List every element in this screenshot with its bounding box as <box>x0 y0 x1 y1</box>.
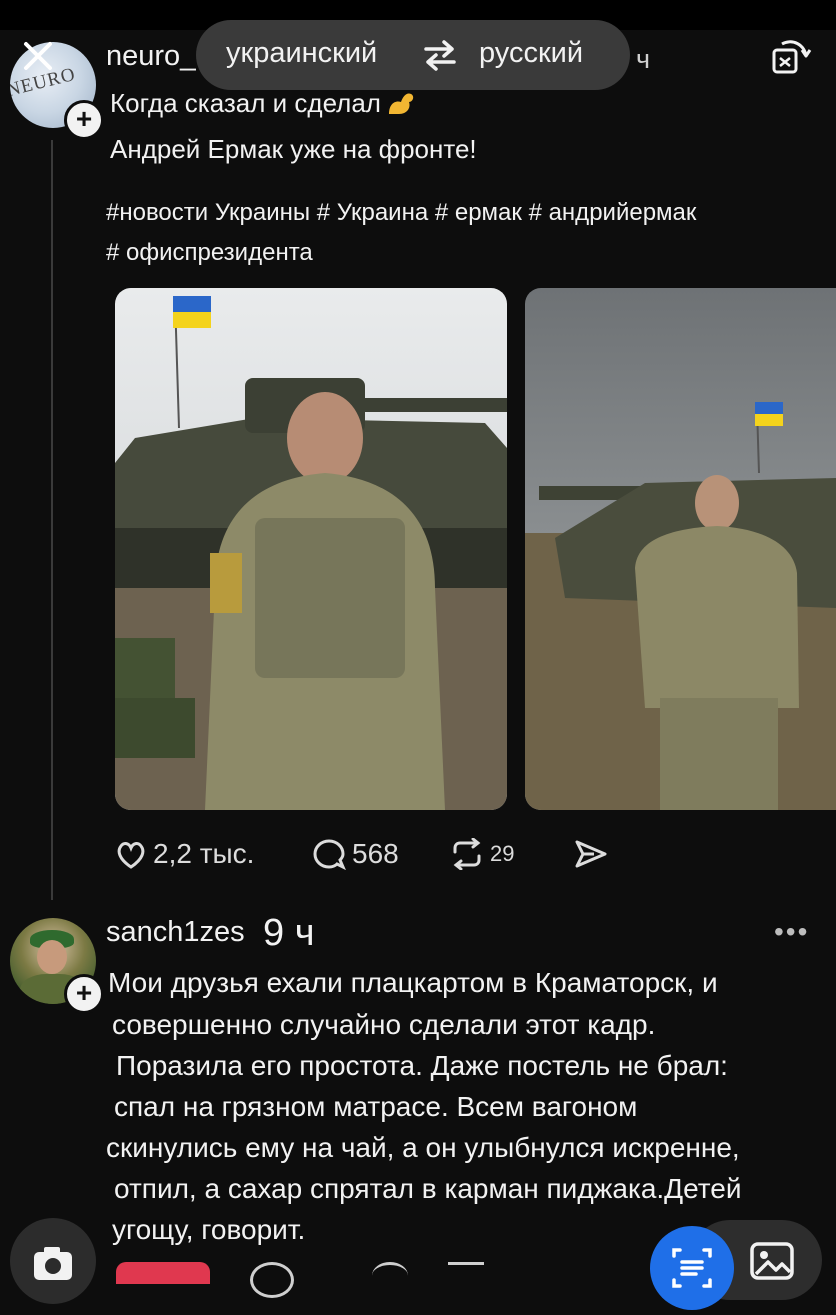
follow-plus-icon[interactable]: + <box>64 974 104 1014</box>
comment-line: Поразила его простота. Даже постель не б… <box>116 1050 728 1081</box>
reply-count: 568 <box>352 838 399 869</box>
hashtags-line-1[interactable]: #новости Украины # Украина # ермак # анд… <box>106 193 816 233</box>
text-scan-icon <box>672 1248 712 1288</box>
reply-icon-peek[interactable] <box>250 1262 294 1298</box>
repost-icon[interactable] <box>768 36 812 80</box>
post-time: ч <box>636 44 651 74</box>
comment-author-name[interactable]: sanch1zes <box>106 916 245 949</box>
share-icon <box>575 840 607 868</box>
swap-icon[interactable] <box>422 38 458 72</box>
comment-line: отпил, а сахар спрятал в карман пиджака.… <box>114 1173 742 1204</box>
text-scan-button[interactable] <box>650 1226 734 1310</box>
post-text-line-1: Когда сказал и сделал <box>110 86 417 120</box>
avatar-face <box>37 940 67 974</box>
comment-line: угощу, говорит. <box>112 1214 306 1245</box>
share-icon-peek[interactable] <box>448 1262 484 1289</box>
camera-button[interactable] <box>10 1218 96 1304</box>
repost-icon <box>453 838 481 870</box>
post-photo-1[interactable] <box>115 288 507 810</box>
reply-icon <box>313 839 346 870</box>
target-language[interactable]: русский <box>479 37 583 70</box>
close-icon[interactable] <box>18 36 58 76</box>
gallery-icon[interactable] <box>748 1240 800 1286</box>
heart-icon <box>117 842 145 869</box>
reply-button[interactable]: 568 <box>312 838 399 870</box>
post-hashtags[interactable]: #новости Украины # Украина # ермак # анд… <box>106 193 816 273</box>
flexed-biceps-icon <box>388 93 414 114</box>
camera-icon <box>34 1247 72 1280</box>
more-icon[interactable]: ••• <box>774 916 809 948</box>
follow-plus-icon[interactable]: + <box>64 100 104 140</box>
hashtags-line-2[interactable]: # офиспрезидента <box>106 233 816 273</box>
comment-line: совершенно случайно сделали этот кадр. <box>112 1009 656 1040</box>
thread-line <box>51 140 53 900</box>
comment-time: 9 ч <box>263 912 315 954</box>
like-button[interactable]: 2,2 тыс. <box>115 838 254 870</box>
like-count: 2,2 тыс. <box>153 838 255 869</box>
share-button[interactable] <box>574 838 608 870</box>
post-text-line-2: Андрей Ермак уже на фронте! <box>110 134 477 164</box>
post-photo-2[interactable] <box>525 288 836 810</box>
translation-pill[interactable]: украинский русский <box>196 20 630 90</box>
like-button-peek[interactable] <box>116 1262 210 1284</box>
comment-line: скинулись ему на чай, а он улыбнулся иск… <box>106 1132 740 1163</box>
post-author-name[interactable]: neuro_ <box>106 40 196 73</box>
repost-count: 29 <box>490 841 515 866</box>
comment-line: спал на грязном матрасе. Всем вагоном <box>114 1091 638 1122</box>
repost-button[interactable]: 29 <box>450 838 514 870</box>
post-text-line-1-text: Когда сказал и сделал <box>110 88 381 118</box>
repost-icon-peek[interactable] <box>372 1262 408 1289</box>
comment-line: Мои друзья ехали плацкартом в Краматорск… <box>108 967 718 998</box>
source-language[interactable]: украинский <box>226 37 377 70</box>
